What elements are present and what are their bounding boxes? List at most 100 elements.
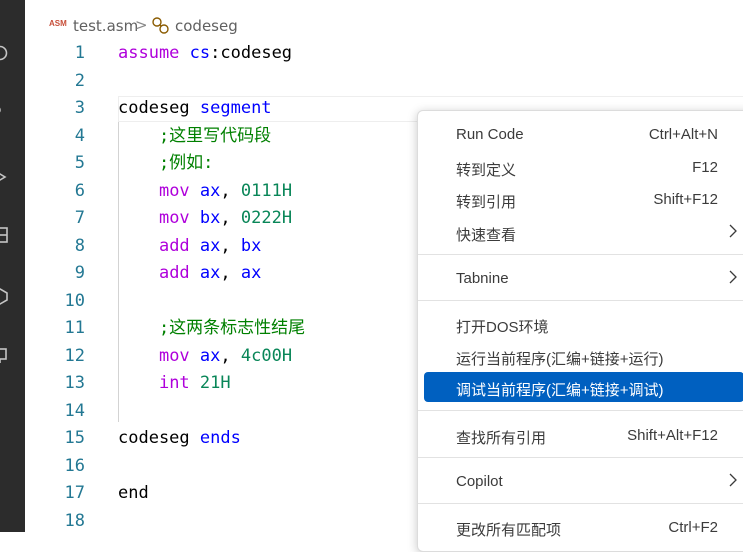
menu-separator	[418, 254, 743, 255]
code-token: ;这里写代码段	[118, 125, 272, 146]
line-number: 7	[74, 208, 85, 228]
code-token: mov	[158, 208, 190, 228]
chevron-right-icon	[728, 269, 738, 289]
code-token: ;例如:	[118, 153, 214, 173]
code-line[interactable]: 1 assume cs:codeseg	[25, 40, 743, 68]
line-number: 16	[64, 455, 85, 476]
chevron-right-icon	[728, 472, 738, 492]
menu-separator	[418, 503, 743, 504]
menu-separator	[418, 300, 743, 301]
code-token: ,	[220, 345, 241, 366]
code-text[interactable]: codeseg ends	[118, 425, 241, 453]
menu-item-go-to-references[interactable]: 转到引用 Shift+F12	[424, 184, 743, 214]
search-icon[interactable]	[0, 44, 9, 62]
line-number: 3	[74, 98, 85, 118]
code-token: cs	[189, 43, 211, 63]
code-text[interactable]: ;这里写代码段	[118, 123, 271, 151]
code-token: add	[158, 263, 190, 283]
code-token: ,	[220, 180, 241, 201]
menu-item-find-all-references[interactable]: 查找所有引用 Shift+Alt+F12	[424, 420, 743, 450]
code-token: codeseg	[118, 428, 200, 448]
chevron-right-icon	[728, 223, 738, 243]
code-token: 4c00H	[240, 345, 293, 366]
code-token: ax	[199, 180, 221, 201]
line-number: 10	[64, 290, 85, 311]
menu-item-go-to-definition[interactable]: 转到定义 F12	[424, 152, 743, 182]
code-token: bx	[199, 208, 221, 228]
code-text[interactable]: codeseg segment	[118, 95, 272, 123]
code-text[interactable]: mov ax, 4c00H	[118, 343, 292, 371]
code-token: ax	[199, 263, 221, 283]
code-token: mov	[158, 345, 190, 366]
line-number: 5	[74, 153, 85, 173]
line-number: 11	[64, 318, 85, 338]
code-text[interactable]: int 21H	[118, 370, 231, 398]
line-number: 9	[74, 263, 85, 283]
code-token: ,	[220, 208, 241, 228]
menu-separator	[418, 457, 743, 458]
code-text[interactable]: ;例如:	[118, 150, 213, 178]
code-token: codeseg	[118, 98, 200, 118]
menu-item-change-all-occurrences[interactable]: 更改所有匹配项 Ctrl+F2	[424, 512, 743, 542]
code-token: mov	[158, 180, 190, 201]
run-debug-icon[interactable]	[0, 168, 9, 186]
breadcrumb-file[interactable]: test.asm	[73, 17, 138, 35]
code-text[interactable]: add ax, bx	[118, 233, 261, 261]
remote-icon[interactable]	[0, 346, 9, 364]
extensions-icon[interactable]	[0, 226, 9, 244]
line-number: 8	[74, 235, 85, 256]
code-token: segment	[199, 98, 272, 118]
code-token: ends	[199, 428, 241, 448]
code-line[interactable]: 2	[25, 68, 743, 96]
line-number: 1	[74, 43, 85, 63]
code-text[interactable]: ;这两条标志性结尾	[118, 315, 305, 343]
menu-item-run-code[interactable]: Run Code Ctrl+Alt+N	[424, 119, 743, 149]
context-menu: Run Code Ctrl+Alt+N 转到定义 F12 转到引用 Shift+…	[417, 110, 743, 552]
code-text[interactable]: mov bx, 0222H	[118, 205, 292, 233]
breadcrumb-symbol[interactable]: codeseg	[175, 17, 238, 35]
code-token: ax	[240, 263, 262, 283]
source-control-icon[interactable]	[0, 104, 9, 122]
code-text[interactable]: mov ax, 0111H	[118, 178, 292, 206]
code-token: ax	[199, 345, 221, 366]
code-token: ,	[220, 235, 241, 256]
code-text[interactable]: assume cs:codeseg	[118, 40, 292, 68]
code-token: ax	[199, 235, 221, 256]
code-token: ;这两条标志性结尾	[118, 318, 306, 338]
code-token: 21H	[199, 373, 231, 393]
code-token: assume	[118, 43, 180, 63]
symbol-icon	[151, 16, 171, 36]
package-icon[interactable]	[0, 287, 9, 305]
menu-item-peek[interactable]: 快速查看	[424, 217, 743, 247]
line-number: 14	[64, 400, 85, 421]
code-token: bx	[240, 235, 262, 256]
line-number: 6	[74, 180, 85, 201]
line-number: 13	[64, 373, 85, 393]
chevron-right-icon: >	[135, 16, 148, 34]
menu-item-debug-program[interactable]: 调试当前程序(汇编+链接+调试)	[424, 372, 743, 402]
menu-item-copilot[interactable]: Copilot	[424, 466, 743, 496]
code-text[interactable]: end	[118, 480, 149, 508]
line-number: 18	[64, 510, 85, 531]
menu-item-open-dos[interactable]: 打开DOS环境	[424, 309, 743, 339]
menu-separator	[418, 410, 743, 411]
code-text[interactable]: add ax, ax	[118, 260, 261, 288]
line-number: 15	[64, 428, 85, 448]
menu-item-tabnine[interactable]: Tabnine	[424, 263, 743, 293]
line-number: 2	[74, 70, 85, 91]
code-token: add	[158, 235, 190, 256]
menu-item-run-program[interactable]: 运行当前程序(汇编+链接+运行)	[424, 341, 743, 371]
line-number: 4	[74, 125, 85, 146]
